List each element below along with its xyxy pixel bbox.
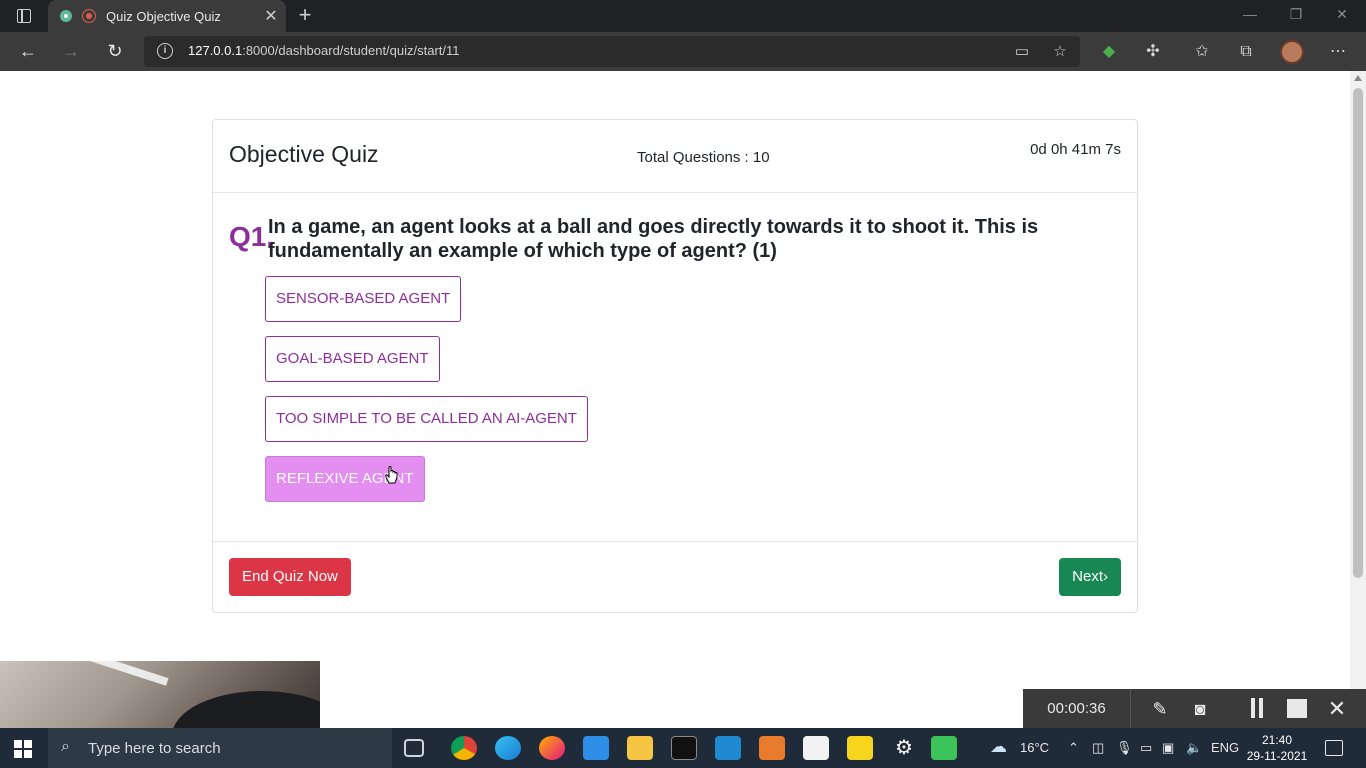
chevron-up-icon[interactable]: ⌃ <box>1068 740 1079 756</box>
scrollbar-thumb[interactable] <box>1353 88 1363 578</box>
total-questions: Total Questions : 10 <box>637 149 770 166</box>
scrollbar[interactable] <box>1350 71 1366 728</box>
pen-icon[interactable]: ✎ <box>1148 697 1172 721</box>
close-icon[interactable]: ✕ <box>1325 697 1349 721</box>
notification-icon[interactable] <box>1325 740 1343 756</box>
task-view-icon[interactable] <box>404 739 424 757</box>
recorder-toolbar: 00:00:36 ✎ ◙ ✕ <box>1023 689 1366 728</box>
window-close-button[interactable]: ✕ <box>1320 6 1364 23</box>
browser-toolbar: ← → ↻ i 127.0.0.1:8000/dashboard/student… <box>0 32 1366 71</box>
recording-icon <box>82 9 96 23</box>
collections-icon[interactable]: ⧉ <box>1234 40 1258 64</box>
volume-icon[interactable]: 🔈 <box>1186 740 1202 756</box>
option-reflexive-agent[interactable]: REFLEXIVE AGENT <box>265 456 425 502</box>
url-text[interactable]: 127.0.0.1:8000/dashboard/student/quiz/st… <box>188 43 460 58</box>
stop-icon[interactable] <box>1287 699 1307 718</box>
favorites-icon[interactable]: ✩ <box>1190 40 1214 64</box>
quiz-timer: 0d 0h 41m 7s <box>1030 141 1121 158</box>
favorite-add-icon[interactable]: ☆ <box>1050 42 1070 62</box>
extension-shield-icon[interactable]: ◆ <box>1097 40 1121 64</box>
taskbar-clock[interactable]: 21:40 29-11-2021 <box>1244 732 1310 764</box>
clock-time: 21:40 <box>1261 733 1293 747</box>
forward-button[interactable]: → <box>57 38 85 64</box>
browser-tab[interactable]: Quiz Objective Quiz ✕ <box>48 0 286 32</box>
quiz-card: Objective Quiz Total Questions : 10 0d 0… <box>212 119 1138 613</box>
tab-actions-icon[interactable] <box>8 4 40 28</box>
weather-icon[interactable]: ☁ <box>990 737 1007 757</box>
profile-avatar[interactable] <box>1280 40 1304 64</box>
quiz-header: Objective Quiz Total Questions : 10 0d 0… <box>213 120 1137 193</box>
firefox-icon[interactable] <box>539 736 565 760</box>
quiz-footer: End Quiz Now Next› <box>213 541 1137 613</box>
microphone-icon[interactable]: 🎙 <box>1116 740 1133 756</box>
terminal-icon[interactable] <box>671 736 697 760</box>
option-goal-based-agent[interactable]: GOAL-BASED AGENT <box>265 336 440 382</box>
scroll-up-icon[interactable] <box>1354 75 1362 81</box>
extensions-icon[interactable]: ✣ <box>1141 40 1165 64</box>
tab-close-icon[interactable]: ✕ <box>256 6 286 26</box>
recording-elapsed: 00:00:36 <box>1023 689 1131 728</box>
start-icon[interactable] <box>14 740 32 758</box>
minimize-button[interactable]: — <box>1228 6 1272 22</box>
reload-button[interactable]: ↻ <box>101 38 129 64</box>
meet-icon[interactable]: ◫ <box>1092 740 1104 756</box>
next-button[interactable]: Next› <box>1059 558 1121 596</box>
pause-icon[interactable] <box>1249 698 1265 718</box>
question-text: In a game, an agent looks at a ball and … <box>268 216 1039 262</box>
hand-cursor-icon <box>385 466 398 484</box>
chrome-icon[interactable] <box>451 736 477 760</box>
option-too-simple[interactable]: TOO SIMPLE TO BE CALLED AN AI-AGENT <box>265 396 588 442</box>
clock-date: 29-11-2021 <box>1246 749 1308 763</box>
webcam-preview <box>0 661 320 728</box>
weather-temp[interactable]: 16°C <box>1020 740 1049 755</box>
search-placeholder: Type here to search <box>88 740 221 757</box>
git-icon[interactable] <box>759 736 785 760</box>
file-explorer-icon[interactable] <box>627 736 653 760</box>
more-icon[interactable]: ⋯ <box>1326 40 1350 64</box>
site-favicon-icon <box>60 10 72 22</box>
page-title: Objective Quiz <box>229 141 379 167</box>
camera-icon[interactable]: ◙ <box>1188 697 1212 721</box>
restore-button[interactable]: ❐ <box>1274 6 1318 23</box>
edge-icon[interactable] <box>495 736 521 760</box>
sticky-notes-icon[interactable] <box>847 736 873 760</box>
end-quiz-button[interactable]: End Quiz Now <box>229 558 351 596</box>
language-indicator[interactable]: ENG <box>1211 740 1239 755</box>
screen-recorder-icon[interactable] <box>931 736 957 760</box>
new-tab-button[interactable]: + <box>292 4 318 28</box>
network-icon[interactable]: ▣ <box>1162 740 1174 756</box>
store-icon[interactable] <box>803 736 829 760</box>
ubuntu-icon[interactable] <box>583 736 609 760</box>
battery-icon[interactable]: ▭ <box>1140 740 1152 756</box>
option-sensor-based-agent[interactable]: SENSOR-BASED AGENT <box>265 276 462 322</box>
taskbar: ⌕ Type here to search ⚙ ☁ 16°C ⌃ ◫ 🎙 ▭ ▣… <box>0 728 1366 768</box>
back-button[interactable]: ← <box>14 38 42 64</box>
camera-icon[interactable]: ▭ <box>1012 42 1032 62</box>
browser-tab-bar: Quiz Objective Quiz ✕ + — ❐ ✕ <box>0 0 1366 32</box>
info-icon[interactable]: i <box>157 43 173 59</box>
vscode-icon[interactable] <box>715 736 741 760</box>
settings-icon[interactable]: ⚙ <box>891 736 917 760</box>
tab-title: Quiz Objective Quiz <box>106 8 221 24</box>
address-bar[interactable]: i 127.0.0.1:8000/dashboard/student/quiz/… <box>144 36 1080 67</box>
search-icon: ⌕ <box>61 738 70 755</box>
taskbar-search[interactable]: ⌕ Type here to search <box>48 728 392 768</box>
